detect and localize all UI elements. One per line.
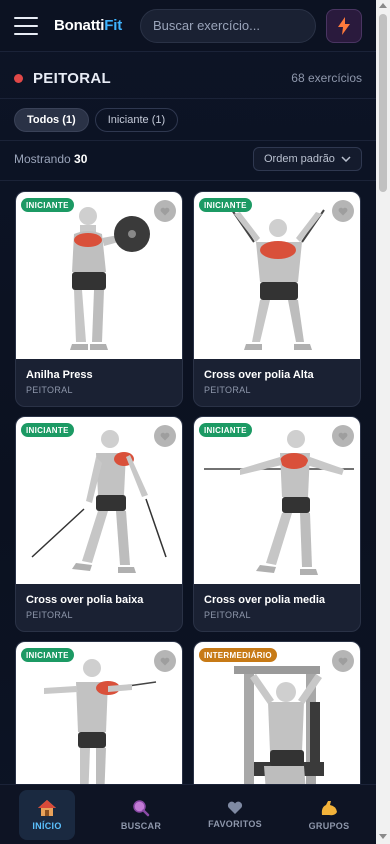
level-badge: INICIANTE — [21, 423, 74, 437]
magnifier-icon — [133, 799, 150, 816]
favorite-button[interactable] — [154, 425, 176, 447]
nav-groups[interactable]: GRUPOS — [301, 790, 357, 840]
exercise-card[interactable]: INICIANTE — [193, 416, 361, 632]
nav-search[interactable]: BUSCAR — [113, 790, 169, 840]
nav-groups-label: GRUPOS — [308, 820, 350, 831]
exercise-group: PEITORAL — [26, 385, 73, 395]
exercise-name: Cross over polia Alta — [204, 369, 314, 381]
nav-home-label: INÍCIO — [32, 820, 62, 831]
heart-icon — [338, 432, 348, 440]
level-badge: INICIANTE — [21, 198, 74, 212]
exercise-name: Cross over polia media — [204, 594, 326, 606]
exercise-group: PEITORAL — [26, 610, 73, 620]
level-badge: INTERMEDIÁRIO — [199, 648, 277, 662]
level-badge: INICIANTE — [21, 648, 74, 662]
nav-home[interactable]: INÍCIO — [19, 789, 75, 840]
bolt-icon — [338, 16, 350, 35]
page-scrollbar[interactable] — [376, 0, 390, 844]
bottom-navigation: INÍCIO BUSCAR FAVORITOS GRUPOS — [0, 784, 376, 844]
app-logo[interactable]: BonattiFit — [54, 17, 122, 34]
house-icon — [38, 799, 56, 816]
scroll-up-arrow[interactable] — [379, 3, 387, 8]
exercise-illustration: INICIANTE — [194, 192, 360, 359]
exercise-group: PEITORAL — [204, 610, 251, 620]
sort-select[interactable]: Ordem padrão — [253, 147, 362, 171]
scroll-down-arrow[interactable] — [379, 834, 387, 839]
exercise-group: PEITORAL — [204, 385, 251, 395]
heart-icon — [160, 432, 170, 440]
filter-chip-beginner[interactable]: Iniciante (1) — [94, 108, 179, 132]
exercise-card[interactable]: INICIANTE — [15, 191, 183, 407]
exercise-card[interactable]: INICIANTE — [15, 416, 183, 632]
exercise-count: 68 exercícios — [291, 71, 362, 85]
showing-value: 30 — [74, 152, 88, 166]
flexed-bicep-icon — [321, 800, 337, 815]
favorite-button[interactable] — [154, 650, 176, 672]
exercise-illustration: INICIANTE — [16, 417, 182, 584]
app-shell: BonattiFit Buscar exercício... PEITORAL … — [0, 0, 376, 844]
exercise-card[interactable]: INICIANTE — [193, 191, 361, 407]
chevron-down-icon — [341, 156, 351, 162]
category-title: PEITORAL — [33, 69, 111, 87]
level-filters: Todos (1) Iniciante (1) — [14, 108, 179, 132]
heart-icon — [160, 207, 170, 215]
favorite-button[interactable] — [332, 650, 354, 672]
search-input[interactable]: Buscar exercício... — [140, 8, 316, 43]
nav-favorites[interactable]: FAVORITOS — [207, 790, 263, 840]
category-color-dot — [14, 73, 23, 83]
nav-search-label: BUSCAR — [120, 820, 162, 831]
heart-icon — [160, 657, 170, 665]
divider — [0, 140, 376, 141]
filter-chip-all[interactable]: Todos (1) — [14, 108, 89, 132]
divider — [0, 98, 376, 99]
hamburger-icon[interactable] — [14, 16, 38, 35]
exercise-name: Cross over polia baixa — [26, 594, 144, 606]
favorite-button[interactable] — [154, 200, 176, 222]
sort-label: Ordem padrão — [264, 153, 335, 165]
favorite-button[interactable] — [332, 425, 354, 447]
level-badge: INICIANTE — [199, 423, 252, 437]
scroll-thumb[interactable] — [379, 14, 387, 192]
exercise-illustration: INICIANTE — [16, 192, 182, 359]
logo-text-bonatti: Bonatti — [54, 17, 105, 34]
exercise-name: Anilha Press — [26, 369, 93, 381]
exercise-grid: INICIANTE Anilha Press PEITORAL INICIANT… — [15, 191, 362, 844]
heart-icon — [338, 207, 348, 215]
showing-label: Mostrando — [14, 152, 71, 166]
category-header: PEITORAL 68 exercícios — [14, 66, 362, 90]
showing-count: Mostrando 30 — [14, 152, 87, 166]
search-placeholder: Buscar exercício... — [153, 18, 260, 33]
level-badge: INICIANTE — [199, 198, 252, 212]
quick-action-button[interactable] — [326, 8, 362, 43]
top-bar: BonattiFit Buscar exercício... — [0, 0, 376, 52]
favorite-button[interactable] — [332, 200, 354, 222]
exercise-illustration: INICIANTE — [194, 417, 360, 584]
nav-favorites-label: FAVORITOS — [208, 818, 262, 829]
logo-text-fit: Fit — [104, 17, 122, 34]
heart-icon — [338, 657, 348, 665]
heart-icon — [227, 801, 243, 814]
divider — [0, 180, 376, 181]
